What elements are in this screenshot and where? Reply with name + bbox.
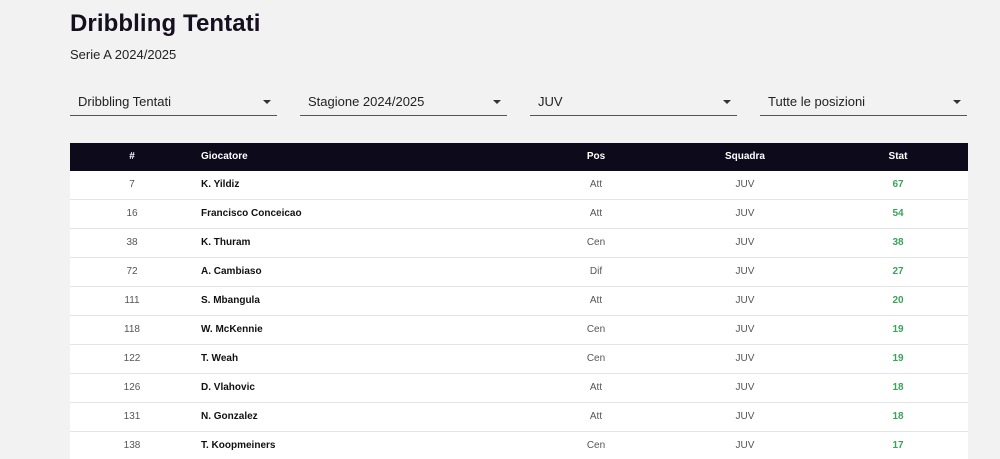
table-header: # Giocatore Pos Squadra Stat — [70, 143, 968, 171]
table-row[interactable]: 122 T. Weah Cen JUV 19 — [70, 345, 968, 374]
table-row[interactable]: 16 Francisco Conceicao Att JUV 54 — [70, 200, 968, 229]
row-rank: 16 — [126, 208, 138, 219]
table-row[interactable]: 72 A. Cambiaso Dif JUV 27 — [70, 258, 968, 287]
row-stat-value: 18 — [892, 411, 904, 422]
row-rank: 111 — [124, 295, 140, 306]
header-rank: # — [129, 151, 135, 162]
row-player-name: W. McKennie — [201, 324, 263, 335]
table-row[interactable]: 131 N. Gonzalez Att JUV 18 — [70, 403, 968, 432]
row-stat-value: 20 — [892, 295, 904, 306]
row-position: Cen — [586, 324, 606, 335]
row-rank: 126 — [123, 382, 141, 393]
row-player-name: N. Gonzalez — [201, 411, 258, 422]
season-select-value: Stagione 2024/2025 — [308, 94, 425, 109]
table-row[interactable]: 38 K. Thuram Cen JUV 38 — [70, 229, 968, 258]
row-rank: 138 — [123, 440, 141, 451]
page-title: Dribbling Tentati — [70, 10, 261, 37]
row-stat-value: 27 — [892, 266, 904, 277]
row-position: Dif — [589, 266, 603, 277]
row-position: Cen — [586, 237, 606, 248]
row-rank: 72 — [126, 266, 138, 277]
row-rank: 118 — [124, 324, 140, 335]
position-select-value: Tutte le posizioni — [768, 94, 866, 109]
row-team: JUV — [735, 411, 755, 422]
row-stat-value: 18 — [892, 382, 904, 393]
row-stat-value: 17 — [892, 440, 904, 451]
team-select-value: JUV — [538, 94, 563, 109]
table-row[interactable]: 138 T. Koopmeiners Cen JUV 17 — [70, 432, 968, 459]
table-body: 7 K. Yildiz Att JUV 67 16 Francisco Conceicao A… — [70, 171, 968, 459]
row-stat-value: 67 — [892, 179, 904, 190]
caret-down-icon — [493, 100, 501, 104]
row-player-name: S. Mbangula — [201, 295, 260, 306]
row-position: Att — [589, 179, 603, 190]
row-stat-value: 19 — [892, 324, 904, 335]
row-position: Att — [589, 411, 603, 422]
stats-table: # Giocatore Pos Squadra Stat 7 K. Yildiz A… — [70, 143, 968, 459]
caret-down-icon — [953, 100, 961, 104]
row-player-name: D. Vlahovic — [201, 382, 255, 393]
row-team: JUV — [735, 179, 755, 190]
table-row[interactable]: 111 S. Mbangula Att JUV 20 — [70, 287, 968, 316]
row-team: JUV — [735, 208, 755, 219]
stat-select-value: Dribbling Tentati — [78, 94, 171, 109]
row-rank: 38 — [126, 237, 138, 248]
row-position: Cen — [586, 353, 606, 364]
header-stat: Stat — [888, 151, 908, 162]
row-team: JUV — [735, 382, 755, 393]
row-rank: 7 — [129, 179, 135, 190]
table-row[interactable]: 126 D. Vlahovic Att JUV 18 — [70, 374, 968, 403]
position-select[interactable]: Tutte le posizioni — [760, 88, 967, 116]
row-team: JUV — [735, 324, 755, 335]
row-team: JUV — [735, 295, 755, 306]
page-subtitle: Serie A 2024/2025 — [70, 47, 177, 62]
row-position: Att — [589, 295, 603, 306]
header-team: Squadra — [724, 151, 765, 162]
page: Dribbling Tentati Serie A 2024/2025 Drib… — [0, 0, 1000, 459]
row-player-name: T. Koopmeiners — [201, 440, 276, 451]
row-player-name: K. Thuram — [201, 237, 251, 248]
row-team: JUV — [735, 440, 755, 451]
row-stat-value: 38 — [892, 237, 904, 248]
row-rank: 122 — [123, 353, 141, 364]
row-position: Att — [589, 382, 603, 393]
stat-select[interactable]: Dribbling Tentati — [70, 88, 277, 116]
row-team: JUV — [735, 266, 755, 277]
row-team: JUV — [735, 353, 755, 364]
row-position: Cen — [586, 440, 606, 451]
row-player-name: A. Cambiaso — [201, 266, 262, 277]
table-row[interactable]: 7 K. Yildiz Att JUV 67 — [70, 171, 968, 200]
row-team: JUV — [735, 237, 755, 248]
row-rank: 131 — [123, 411, 141, 422]
caret-down-icon — [723, 100, 731, 104]
row-stat-value: 54 — [892, 208, 904, 219]
team-select[interactable]: JUV — [530, 88, 737, 116]
row-player-name: T. Weah — [201, 353, 239, 364]
row-player-name: Francisco Conceicao — [201, 208, 302, 219]
caret-down-icon — [263, 100, 271, 104]
season-select[interactable]: Stagione 2024/2025 — [300, 88, 507, 116]
row-player-name: K. Yildiz — [201, 179, 240, 190]
filter-bar: Dribbling Tentati Stagione 2024/2025 JUV… — [70, 88, 967, 117]
row-position: Att — [589, 208, 603, 219]
table-row[interactable]: 118 W. McKennie Cen JUV 19 — [70, 316, 968, 345]
header-player: Giocatore — [201, 151, 248, 162]
row-stat-value: 19 — [892, 353, 904, 364]
header-pos: Pos — [586, 151, 606, 162]
